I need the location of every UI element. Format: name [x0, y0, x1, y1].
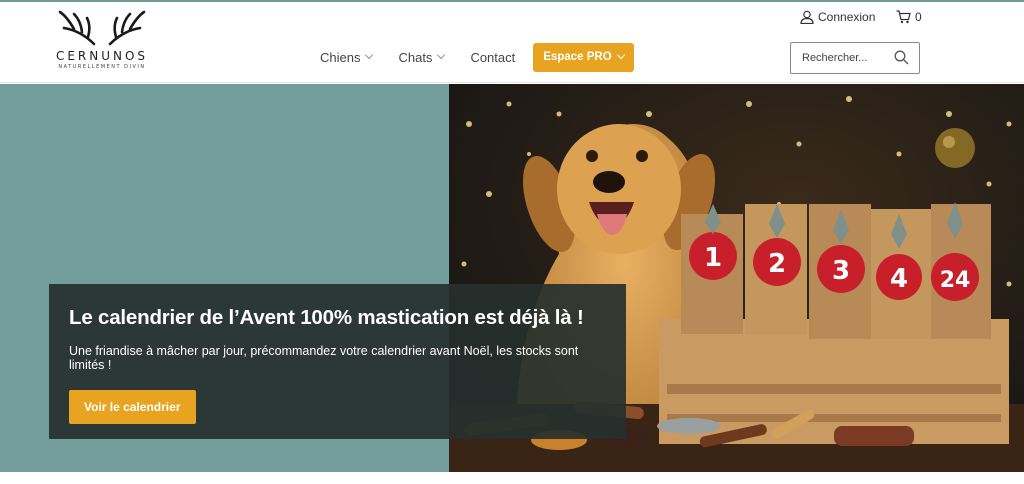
nav-item-chiens[interactable]: Chiens [320, 49, 374, 65]
bag-number: 3 [832, 256, 850, 286]
page-bottom-strip [0, 472, 1024, 484]
nav-item-contact[interactable]: Contact [470, 50, 515, 65]
bag-number: 2 [768, 249, 786, 279]
chevron-down-icon [437, 50, 446, 60]
cart-count: 0 [915, 10, 922, 24]
user-icon [800, 10, 814, 24]
chevron-down-icon [365, 50, 374, 60]
hero-title: Le calendrier de l’Avent 100% masticatio… [69, 306, 584, 329]
search-box [790, 42, 920, 74]
login-link[interactable]: Connexion [800, 10, 875, 24]
main-nav: Chiens Chats Contact Espace PRO [320, 42, 634, 72]
brand-logo[interactable]: CERNUNOS NATURELLEMENT DIVIN [52, 8, 152, 78]
brand-tagline: NATURELLEMENT DIVIN [58, 64, 146, 70]
view-calendar-button[interactable]: Voir le calendrier [69, 390, 196, 424]
nav-item-label: Contact [470, 49, 516, 65]
espace-pro-button[interactable]: Espace PRO [533, 42, 634, 72]
search-input[interactable] [802, 52, 894, 64]
bag-number: 1 [704, 243, 722, 273]
site-header: CERNUNOS NATURELLEMENT DIVIN Chiens Chat… [0, 2, 1024, 83]
espace-pro-label: Espace PRO [543, 51, 612, 63]
hero-section: 1 2 3 4 24 Le calendrier de l’Avent 100%… [0, 84, 1024, 472]
hero-subtitle: Une friandise à mâcher par jour, précomm… [69, 344, 579, 372]
chevron-down-icon [616, 50, 625, 60]
cart-icon [896, 10, 911, 24]
antlers-icon [58, 10, 146, 46]
cart-link[interactable]: 0 [896, 10, 922, 24]
nav-item-label: Chiens [320, 49, 361, 65]
hero-banner: Le calendrier de l’Avent 100% masticatio… [49, 284, 626, 439]
bag-number: 24 [940, 268, 971, 293]
brand-name: CERNUNOS [55, 49, 149, 63]
bag-number: 4 [890, 264, 908, 294]
search-icon[interactable] [894, 50, 909, 65]
nav-item-label: Chats [398, 49, 433, 65]
nav-item-chats[interactable]: Chats [398, 49, 446, 65]
login-label: Connexion [818, 10, 876, 24]
